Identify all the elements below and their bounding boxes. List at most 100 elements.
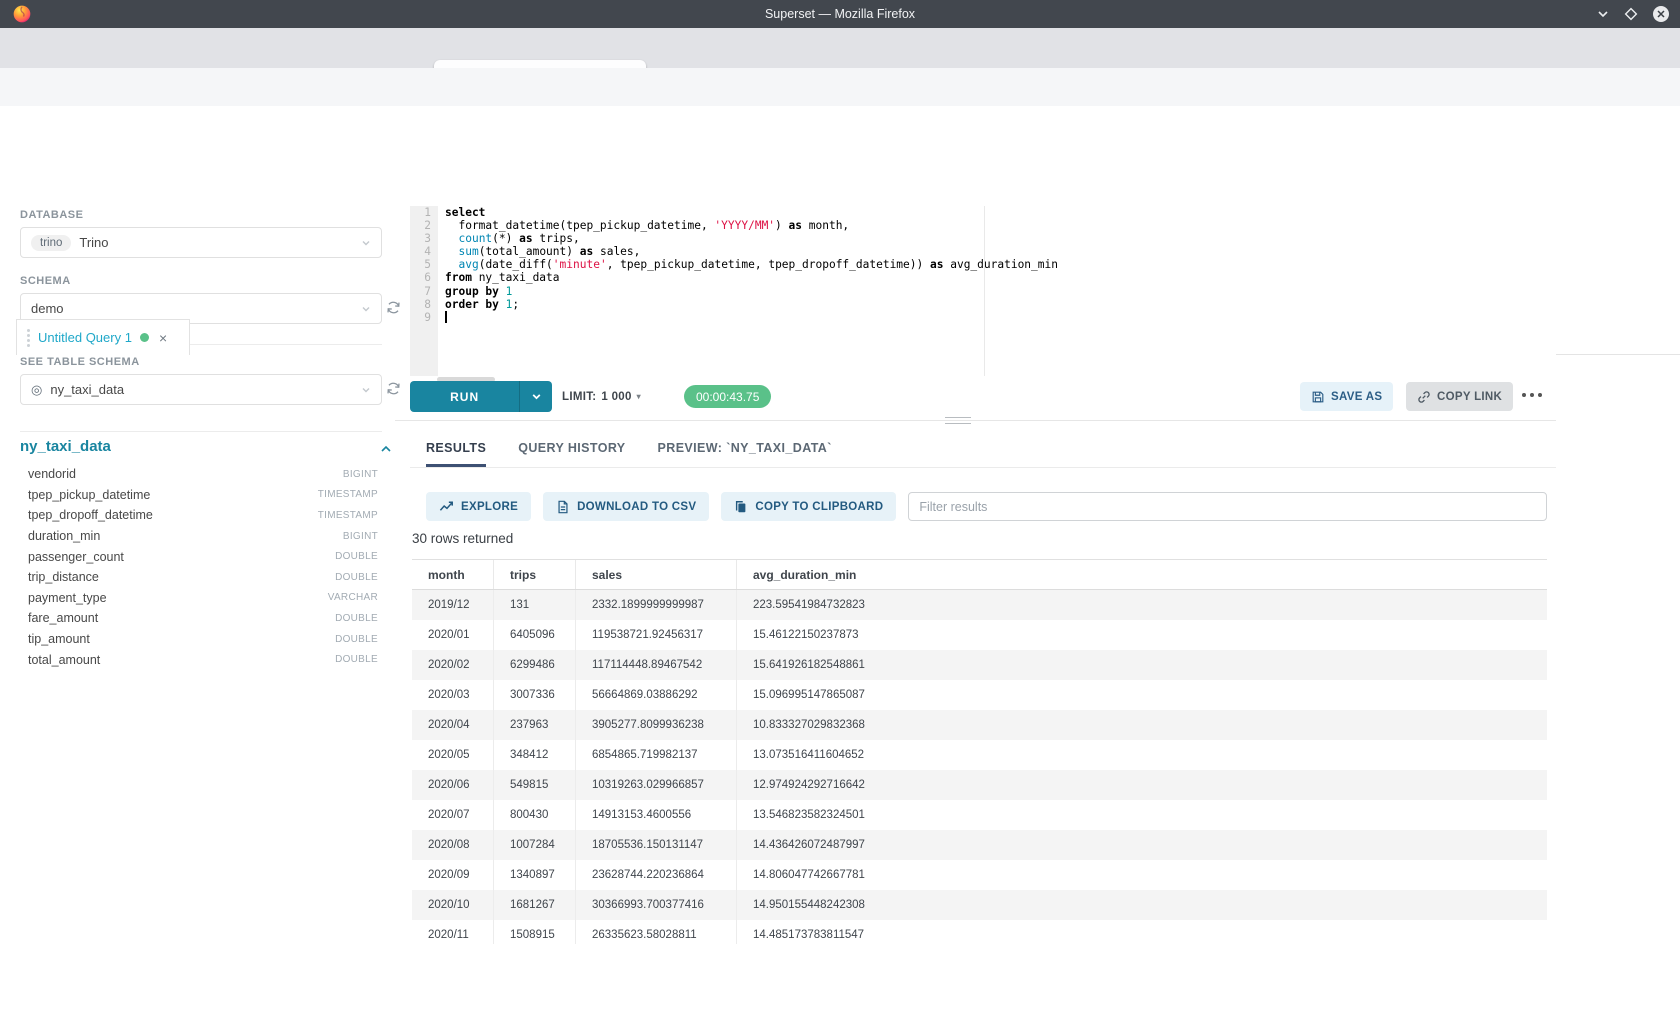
filter-results-input[interactable] [908, 492, 1547, 521]
column-name: tip_amount [28, 632, 90, 646]
column-type: VARCHAR [328, 592, 378, 603]
table-cell: 2020/02 [412, 650, 494, 680]
code-line [445, 311, 1058, 324]
database-label: DATABASE [20, 209, 83, 221]
collapse-table-icon[interactable] [380, 444, 392, 454]
table-column-row[interactable]: tpep_dropoff_datetimeTIMESTAMP [28, 505, 378, 526]
table-column-row[interactable]: tip_amountDOUBLE [28, 629, 378, 650]
table-cell: 6405096 [494, 620, 576, 650]
table-cell: 2020/09 [412, 860, 494, 890]
table-column-row[interactable]: payment_typeVARCHAR [28, 588, 378, 609]
query-tab-close-icon[interactable]: × [159, 330, 167, 346]
run-dropdown-icon[interactable] [519, 381, 552, 412]
table-cell: 348412 [494, 740, 576, 770]
results-header-cell[interactable]: trips [494, 560, 576, 589]
table-cell: 26335623.58028811 [576, 920, 737, 944]
window-maximize-icon[interactable] [1624, 7, 1638, 21]
table-column-row[interactable]: trip_distanceDOUBLE [28, 567, 378, 588]
schema-refresh-icon[interactable] [386, 300, 401, 315]
table-row[interactable]: 2020/026299486117114448.8946754215.64192… [412, 650, 1547, 680]
editor-print-margin [984, 206, 985, 376]
table-cell: 1007284 [494, 830, 576, 860]
run-button[interactable]: RUN [410, 381, 552, 412]
chevron-down-icon [361, 238, 371, 248]
column-type: DOUBLE [335, 613, 378, 624]
table-column-row[interactable]: tpep_pickup_datetimeTIMESTAMP [28, 485, 378, 506]
editor-cursor [445, 311, 447, 323]
editor-gutter: 123456789 [410, 206, 438, 376]
table-row[interactable]: 2020/03300733656664869.0388629215.096995… [412, 680, 1547, 710]
run-button-label[interactable]: RUN [410, 381, 519, 412]
column-type: TIMESTAMP [318, 489, 378, 500]
table-cell: 10.833327029832368 [737, 710, 1547, 740]
table-refresh-icon[interactable] [386, 381, 401, 396]
table-row[interactable]: 2020/0780043014913153.460055613.54682358… [412, 800, 1547, 830]
limit-dropdown[interactable]: LIMIT: 1 000 ▾ [562, 381, 641, 412]
editor-toolbar: RUN LIMIT: 1 000 ▾ 00:00:43.75 SAVE AS C… [410, 381, 1556, 412]
sql-editor[interactable]: 123456789 select format_datetime(tpep_pi… [410, 206, 1556, 376]
download-csv-button[interactable]: DOWNLOAD TO CSV [543, 492, 709, 521]
table-column-row[interactable]: vendoridBIGINT [28, 464, 378, 485]
table-schema-title[interactable]: ny_taxi_data [20, 438, 111, 455]
table-row[interactable]: 2020/053484126854865.71998213713.0735164… [412, 740, 1547, 770]
column-name: tpep_dropoff_datetime [28, 508, 153, 522]
schema-select-value: demo [31, 301, 64, 316]
table-row[interactable]: 2020/11150891526335623.5802881114.485173… [412, 920, 1547, 944]
query-status-dot [140, 333, 149, 342]
table-cell: 1508915 [494, 920, 576, 944]
table-row[interactable]: 2020/08100728418705536.15013114714.43642… [412, 830, 1547, 860]
table-cell: 3905277.8099936238 [576, 710, 737, 740]
more-options-icon[interactable] [1522, 393, 1542, 397]
schema-label: SCHEMA [20, 275, 71, 287]
database-select[interactable]: trino Trino [20, 227, 382, 258]
table-column-row[interactable]: fare_amountDOUBLE [28, 608, 378, 629]
table-cell: 2019/12 [412, 590, 494, 620]
table-cell: 14913153.4600556 [576, 800, 737, 830]
tab-query-history[interactable]: QUERY HISTORY [518, 441, 625, 467]
table-row[interactable]: 2019/121312332.1899999999987223.59541984… [412, 590, 1547, 620]
table-cell: 237963 [494, 710, 576, 740]
table-cell: 12.974924292716642 [737, 770, 1547, 800]
table-row[interactable]: 2020/042379633905277.809993623810.833327… [412, 710, 1547, 740]
table-cell: 2020/01 [412, 620, 494, 650]
editor-code[interactable]: select format_datetime(tpep_pickup_datet… [445, 206, 1058, 324]
copy-link-button[interactable]: COPY LINK [1406, 382, 1513, 411]
tab-preview-table[interactable]: PREVIEW: `NY_TAXI_DATA` [658, 441, 832, 467]
table-row[interactable]: 2020/0654981510319263.02996685712.974924… [412, 770, 1547, 800]
table-column-row[interactable]: passenger_countDOUBLE [28, 546, 378, 567]
table-column-row[interactable]: duration_minBIGINT [28, 526, 378, 547]
tab-results[interactable]: RESULTS [426, 441, 486, 467]
query-tab-untitled[interactable]: Untitled Query 1 × [16, 319, 190, 355]
results-header-cell[interactable]: month [412, 560, 494, 589]
column-type: DOUBLE [335, 654, 378, 665]
window-close-icon[interactable] [1652, 5, 1670, 23]
table-select[interactable]: ◎ ny_taxi_data [20, 374, 382, 405]
pane-resize-handle[interactable] [945, 417, 971, 424]
table-cell: 15.641926182548861 [737, 650, 1547, 680]
table-row[interactable]: 2020/10168126730366993.70037741614.95015… [412, 890, 1547, 920]
table-cell: 1340897 [494, 860, 576, 890]
column-type: DOUBLE [335, 572, 378, 583]
code-line: group by 1 [445, 285, 1058, 298]
explore-button[interactable]: EXPLORE [426, 492, 531, 521]
results-table-header: monthtripssalesavg_duration_min [412, 559, 1547, 590]
column-type: BIGINT [343, 531, 378, 542]
table-cell: 119538721.92456317 [576, 620, 737, 650]
window-minimize-icon[interactable] [1596, 7, 1610, 21]
browser-nav-toolbar: ← → ↻ 172.18.0.4:32295/superset/sqllab/ … [0, 68, 1680, 107]
column-name: total_amount [28, 653, 100, 667]
save-as-button[interactable]: SAVE AS [1300, 382, 1393, 411]
database-select-value: Trino [79, 235, 108, 250]
limit-value: 1 000 [601, 391, 631, 403]
firefox-icon [12, 4, 32, 24]
table-row[interactable]: 2020/09134089723628744.22023686414.80604… [412, 860, 1547, 890]
chevron-down-icon [361, 304, 371, 314]
copy-clipboard-button[interactable]: COPY TO CLIPBOARD [721, 492, 896, 521]
table-cell: 18705536.150131147 [576, 830, 737, 860]
drag-handle-icon[interactable] [27, 329, 30, 347]
results-header-cell[interactable]: avg_duration_min [737, 560, 1547, 589]
table-column-row[interactable]: total_amount DOUBLE [28, 649, 378, 670]
table-row[interactable]: 2020/016405096119538721.9245631715.46122… [412, 620, 1547, 650]
results-header-cell[interactable]: sales [576, 560, 737, 589]
table-cell: 30366993.700377416 [576, 890, 737, 920]
